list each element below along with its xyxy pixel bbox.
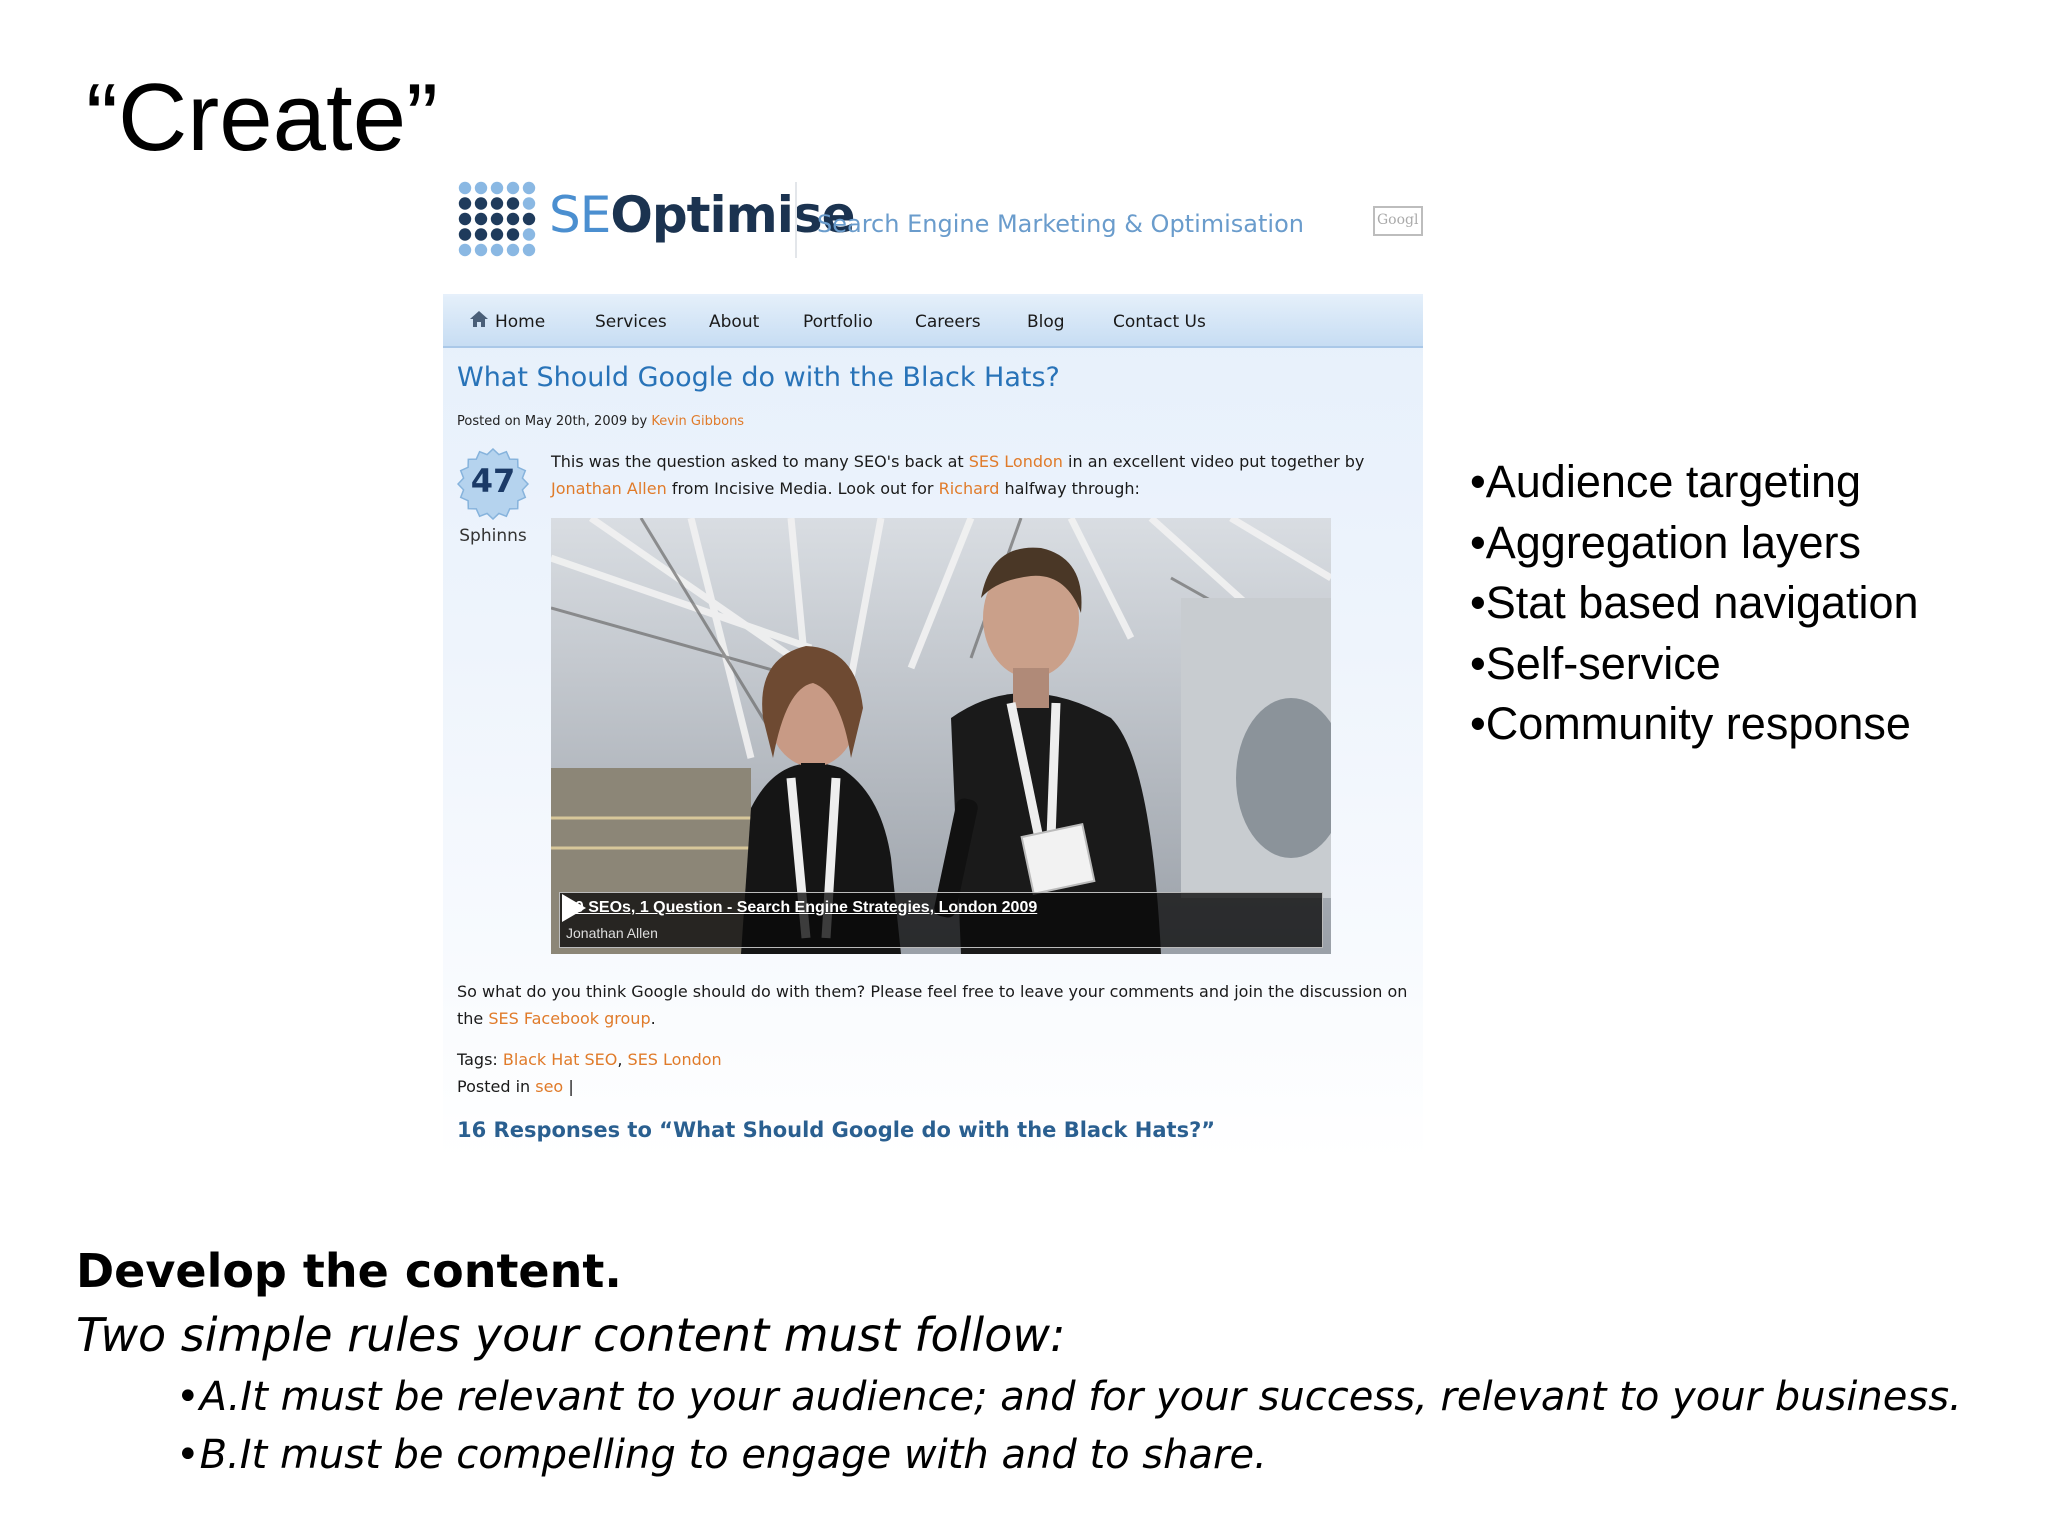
sphinns-label: Sphinns: [459, 526, 527, 546]
site-tagline: Search Engine Marketing & Optimisation: [817, 210, 1304, 238]
logo-dots-icon: [458, 181, 536, 257]
post-category: Posted in seo |: [457, 1077, 574, 1096]
tag-ses-london[interactable]: SES London: [628, 1050, 722, 1069]
jonathan-allen-link[interactable]: Jonathan Allen: [551, 479, 667, 498]
intro-text-4: halfway through:: [1004, 479, 1140, 498]
responses-heading[interactable]: 16 Responses to “What Should Google do w…: [457, 1118, 1215, 1142]
content-heading: Develop the content.: [76, 1244, 622, 1298]
sphinns-count: 47: [470, 462, 516, 500]
bullet-aggregation-layers: •Aggregation layers: [1470, 516, 1861, 568]
nav-home[interactable]: Home: [495, 312, 545, 332]
intro-text-3: from Incisive Media. Look out for: [671, 479, 934, 498]
home-icon: [470, 311, 488, 327]
header-divider: [795, 182, 797, 258]
intro-text-1: This was the question asked to many SEO'…: [551, 452, 964, 471]
bullet-community-response: •Community response: [1470, 698, 1911, 749]
nav-blog[interactable]: Blog: [1027, 312, 1065, 332]
posted-in-label: Posted in: [457, 1077, 531, 1096]
google-search-input[interactable]: Googl: [1373, 206, 1423, 236]
video-caption-bar: 50 SEOs, 1 Question - Search Engine Stra…: [559, 892, 1323, 948]
main-nav: Home Services About Portfolio Careers Bl…: [443, 296, 1423, 348]
post-tags: Tags: Black Hat SEO, SES London: [457, 1050, 722, 1069]
video-frame: [551, 518, 1331, 954]
nav-contact-us[interactable]: Contact Us: [1113, 312, 1206, 332]
category-seo-link[interactable]: seo: [535, 1077, 563, 1096]
tag-separator: ,: [617, 1050, 623, 1069]
rule-a: •A.It must be relevant to your audience;…: [176, 1374, 1962, 1420]
slide-title: “Create”: [86, 64, 439, 171]
tags-label: Tags:: [457, 1050, 498, 1069]
nav-about[interactable]: About: [709, 312, 759, 332]
post-question: So what do you think Google should do wi…: [457, 978, 1427, 1032]
posted-on-text: Posted on May 20th, 2009 by: [457, 414, 648, 429]
nav-careers[interactable]: Careers: [915, 312, 981, 332]
video-player[interactable]: 50 SEOs, 1 Question - Search Engine Stra…: [551, 518, 1331, 954]
rules-intro: Two simple rules your content must follo…: [76, 1308, 1066, 1362]
question-end: .: [650, 1009, 656, 1028]
site-logo[interactable]: SEOptimise: [549, 186, 856, 244]
nav-portfolio[interactable]: Portfolio: [803, 312, 873, 332]
feature-bullets: •Audience targeting •Aggregation layers …: [1470, 452, 1919, 755]
website-screenshot: SEOptimise Search Engine Marketing & Opt…: [443, 170, 1445, 1160]
richard-link[interactable]: Richard: [939, 479, 1000, 498]
bullet-audience-targeting: •Audience targeting: [1470, 456, 1862, 507]
bullet-stat-navigation: •Stat based navigation: [1470, 577, 1919, 628]
logo-prefix: SE: [549, 186, 611, 244]
tag-black-hat-seo[interactable]: Black Hat SEO: [503, 1050, 617, 1069]
author-link[interactable]: Kevin Gibbons: [651, 414, 744, 429]
post-meta: Posted on May 20th, 2009 by Kevin Gibbon…: [457, 414, 744, 429]
category-separator: |: [568, 1077, 574, 1096]
video-author: Jonathan Allen: [566, 925, 658, 941]
ses-facebook-link[interactable]: SES Facebook group: [488, 1009, 650, 1028]
rule-b: •B.It must be compelling to engage with …: [176, 1432, 1267, 1478]
nav-services[interactable]: Services: [595, 312, 667, 332]
play-icon[interactable]: [560, 893, 588, 923]
post-title[interactable]: What Should Google do with the Black Hat…: [457, 362, 1060, 393]
post-intro: This was the question asked to many SEO'…: [551, 448, 1423, 502]
bullet-self-service: •Self-service: [1470, 637, 1721, 689]
ses-london-link[interactable]: SES London: [969, 452, 1063, 471]
video-title[interactable]: 50 SEOs, 1 Question - Search Engine Stra…: [566, 899, 1037, 917]
intro-text-2: in an excellent video put together by: [1068, 452, 1365, 471]
